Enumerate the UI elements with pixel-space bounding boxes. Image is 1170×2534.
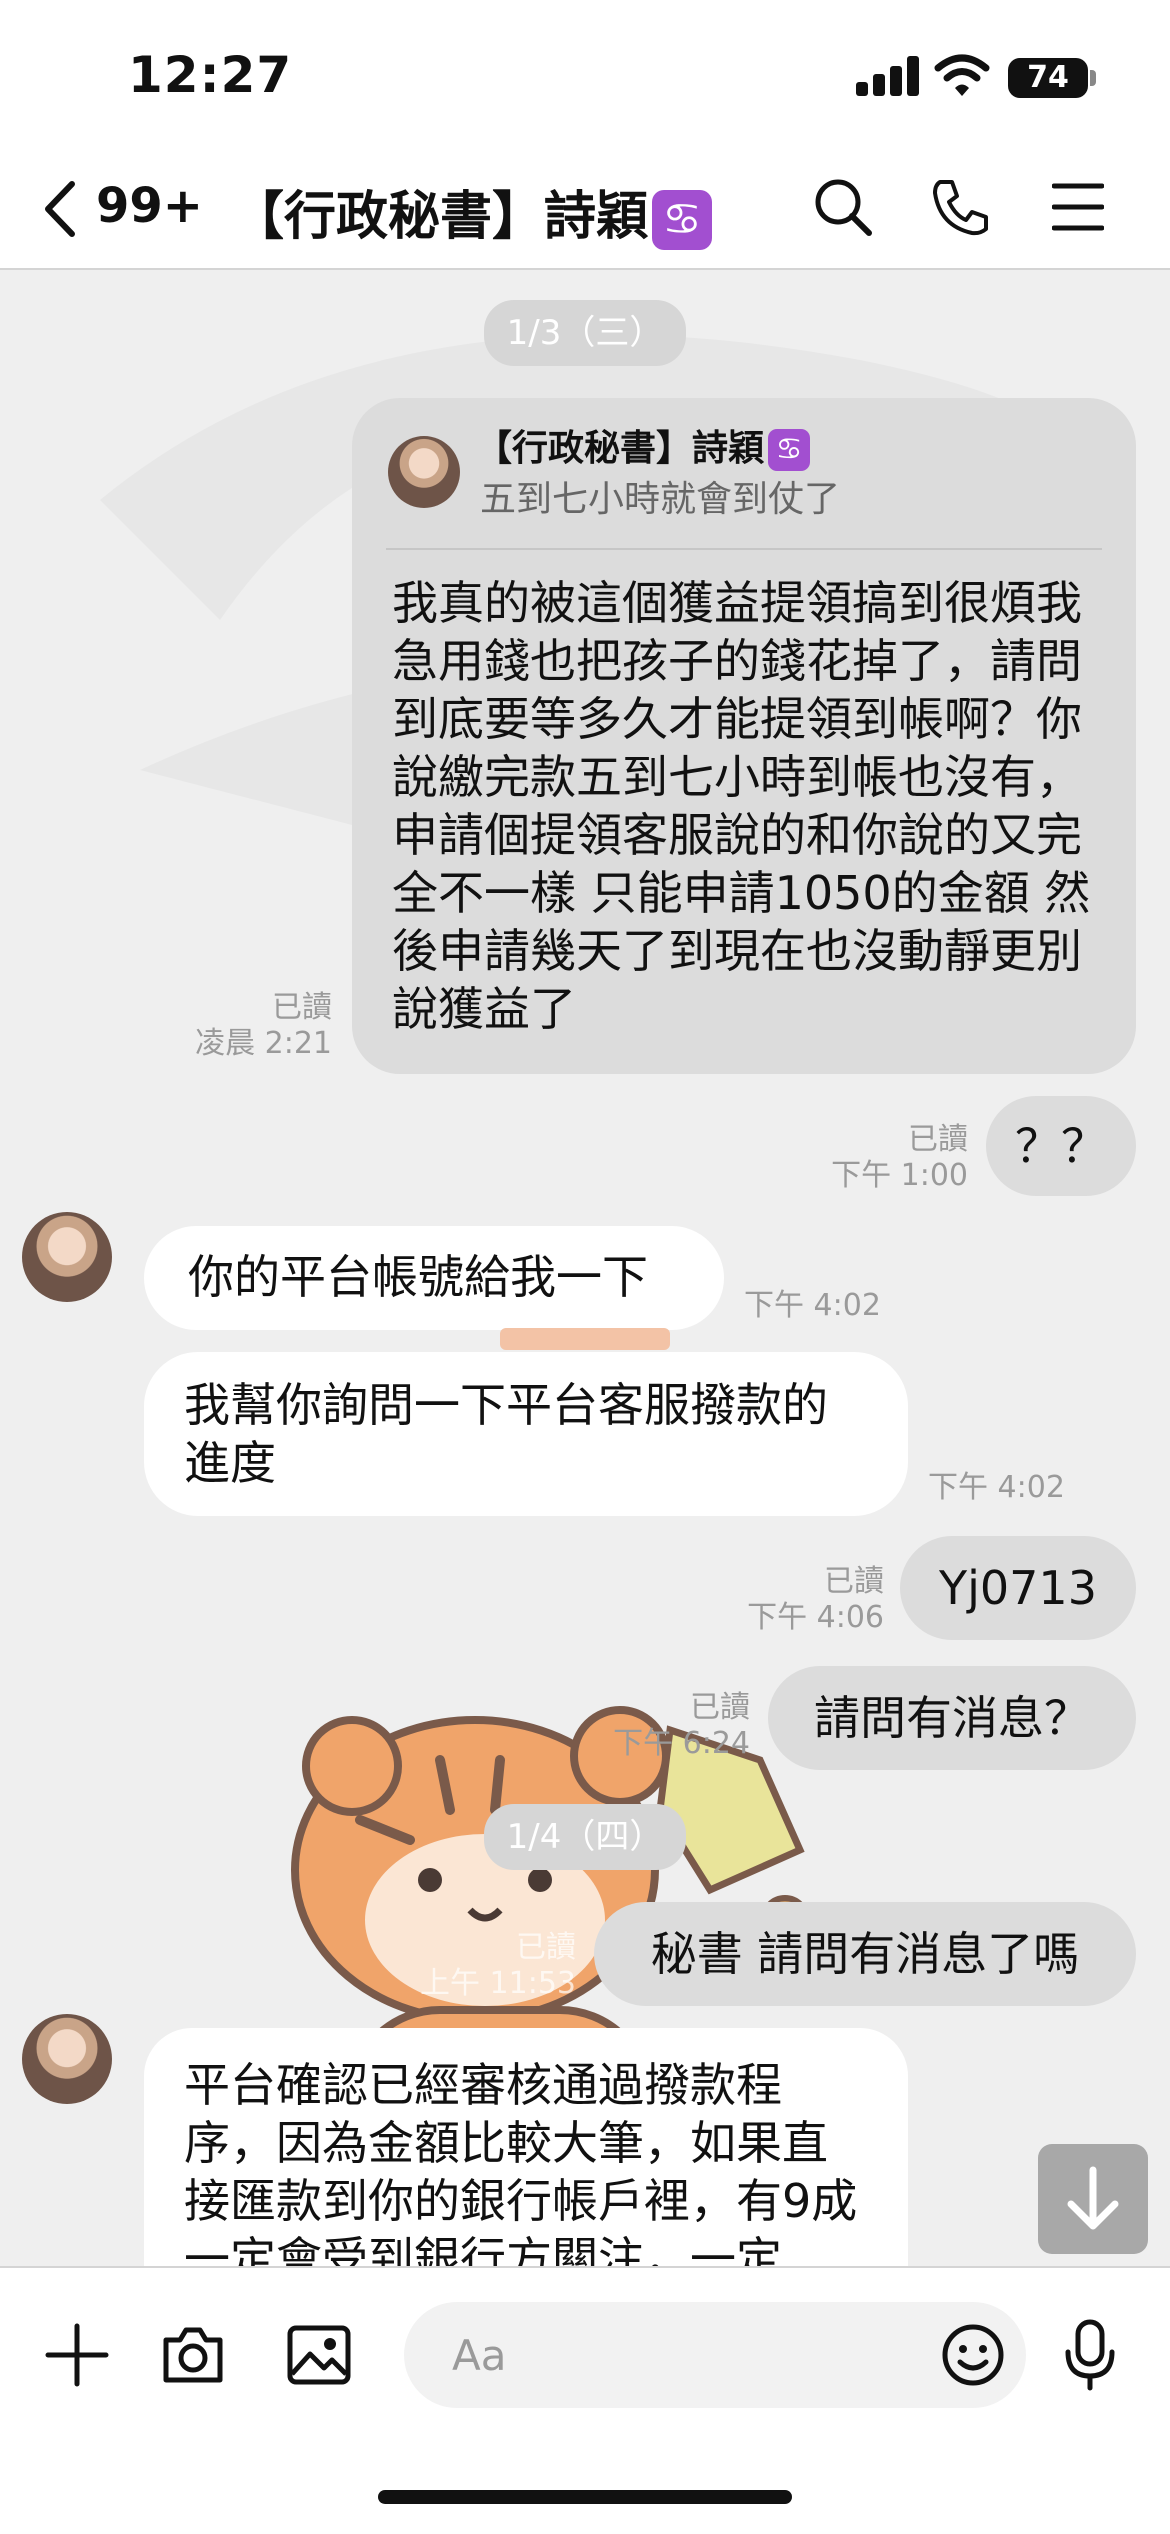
- search-icon[interactable]: [812, 176, 874, 238]
- outgoing-message-bubble[interactable]: 【行政秘書】詩穎 ♋ 五到七小時就會到仗了 我真的被這個獲益提領搞到很煩我急用錢也…: [352, 398, 1136, 1074]
- camera-icon[interactable]: [160, 2322, 226, 2388]
- message-text: 我真的被這個獲益提領搞到很煩我急用錢也把孩子的錢花掉了，請問到底要等多久才能提領…: [392, 576, 1091, 1036]
- message-text: 我幫你詢問一下平台客服撥款的進度: [184, 1378, 828, 1490]
- incoming-message-bubble[interactable]: 我幫你詢問一下平台客服撥款的進度: [144, 1352, 908, 1516]
- scroll-to-bottom-button[interactable]: [1038, 2144, 1148, 2254]
- message-text: ？？: [1015, 1119, 1107, 1173]
- read-receipt: 已讀: [516, 1930, 576, 1965]
- message-time: 下午 6:24: [613, 1726, 750, 1761]
- outgoing-message-bubble[interactable]: 秘書 請問有消息了嗎: [594, 1902, 1136, 2006]
- contact-avatar[interactable]: [22, 2014, 112, 2104]
- status-time: 12:27: [128, 46, 293, 104]
- message-meta: 已讀 下午 4:06: [710, 1564, 884, 1636]
- reply-quote-text: 五到七小時就會到仗了: [480, 479, 841, 520]
- sticker-fragment: [500, 1328, 670, 1350]
- outgoing-message-bubble[interactable]: ？？: [986, 1096, 1136, 1196]
- unread-count[interactable]: 99+: [96, 178, 203, 234]
- message-meta: 已讀 下午 1:00: [800, 1122, 968, 1194]
- message-meta: 已讀 下午 6:24: [580, 1690, 750, 1762]
- menu-icon[interactable]: [1052, 182, 1104, 232]
- message-text: 請問有消息？: [814, 1691, 1090, 1745]
- message-text: 你的平台帳號給我一下: [188, 1250, 648, 1304]
- reply-avatar: [388, 436, 460, 508]
- message-meta: 已讀 上午 11:53: [396, 1930, 576, 2002]
- chat-title-text: 【行政秘書】詩穎: [232, 187, 649, 247]
- message-text: 秘書 請問有消息了嗎: [650, 1927, 1080, 1981]
- message-text: 平台確認已經審核通過撥款程序，因為金額比較大筆，如果直接匯款到你的銀行帳戶裡，有…: [184, 2058, 858, 2266]
- emoji-icon[interactable]: [940, 2322, 1006, 2388]
- date-separator: 1/4（四）: [484, 1804, 686, 1870]
- message-time: 下午 1:00: [831, 1158, 968, 1193]
- message-input[interactable]: [404, 2302, 1026, 2408]
- chat-area[interactable]: 1/3（三） 【行政秘書】詩穎 ♋ 五到七小時就會到仗了 我真的被這個獲益提領搞到…: [0, 270, 1170, 2266]
- date-separator: 1/3（三）: [484, 300, 686, 366]
- contact-avatar[interactable]: [22, 1212, 112, 1302]
- cancer-zodiac-icon: ♋: [768, 429, 811, 471]
- plus-icon[interactable]: [44, 2322, 110, 2388]
- reply-author-text: 【行政秘書】詩穎: [476, 428, 765, 469]
- reply-author: 【行政秘書】詩穎 ♋: [476, 426, 811, 472]
- home-indicator: [378, 2490, 792, 2504]
- chat-title: 【行政秘書】詩穎 ♋: [232, 174, 713, 250]
- message-meta: 已讀 凌晨 2:21: [150, 990, 332, 1062]
- read-receipt: 已讀: [272, 990, 332, 1025]
- phone-icon[interactable]: [930, 176, 992, 238]
- read-receipt: 已讀: [908, 1122, 968, 1157]
- image-icon[interactable]: [286, 2322, 352, 2388]
- outgoing-message-bubble[interactable]: 請問有消息？: [768, 1666, 1136, 1770]
- wifi-icon: [934, 54, 990, 96]
- read-receipt: 已讀: [690, 1690, 750, 1725]
- back-chevron-icon[interactable]: [40, 178, 80, 240]
- incoming-message-bubble[interactable]: 你的平台帳號給我一下: [144, 1226, 724, 1330]
- signal-icon: [856, 56, 919, 96]
- cancer-zodiac-icon: ♋: [652, 190, 713, 250]
- microphone-icon[interactable]: [1060, 2318, 1120, 2392]
- reply-quote[interactable]: 【行政秘書】詩穎 ♋ 五到七小時就會到仗了: [352, 398, 1136, 550]
- message-time: 上午 11:53: [420, 1966, 576, 2001]
- arrow-down-icon: [1067, 2166, 1119, 2230]
- message-time: 凌晨 2:21: [195, 1026, 332, 1061]
- battery-indicator: 74: [1008, 58, 1088, 98]
- reply-divider: [386, 548, 1102, 550]
- message-time: 下午 4:06: [747, 1600, 884, 1635]
- message-time: 下午 4:02: [744, 1288, 881, 1323]
- outgoing-message-bubble[interactable]: Yj0713: [900, 1536, 1136, 1640]
- read-receipt: 已讀: [824, 1564, 884, 1599]
- battery-cap: [1090, 70, 1096, 86]
- message-time: 下午 4:02: [928, 1470, 1065, 1505]
- message-text: Yj0713: [939, 1561, 1097, 1615]
- incoming-message-bubble[interactable]: 平台確認已經審核通過撥款程序，因為金額比較大筆，如果直接匯款到你的銀行帳戶裡，有…: [144, 2028, 908, 2266]
